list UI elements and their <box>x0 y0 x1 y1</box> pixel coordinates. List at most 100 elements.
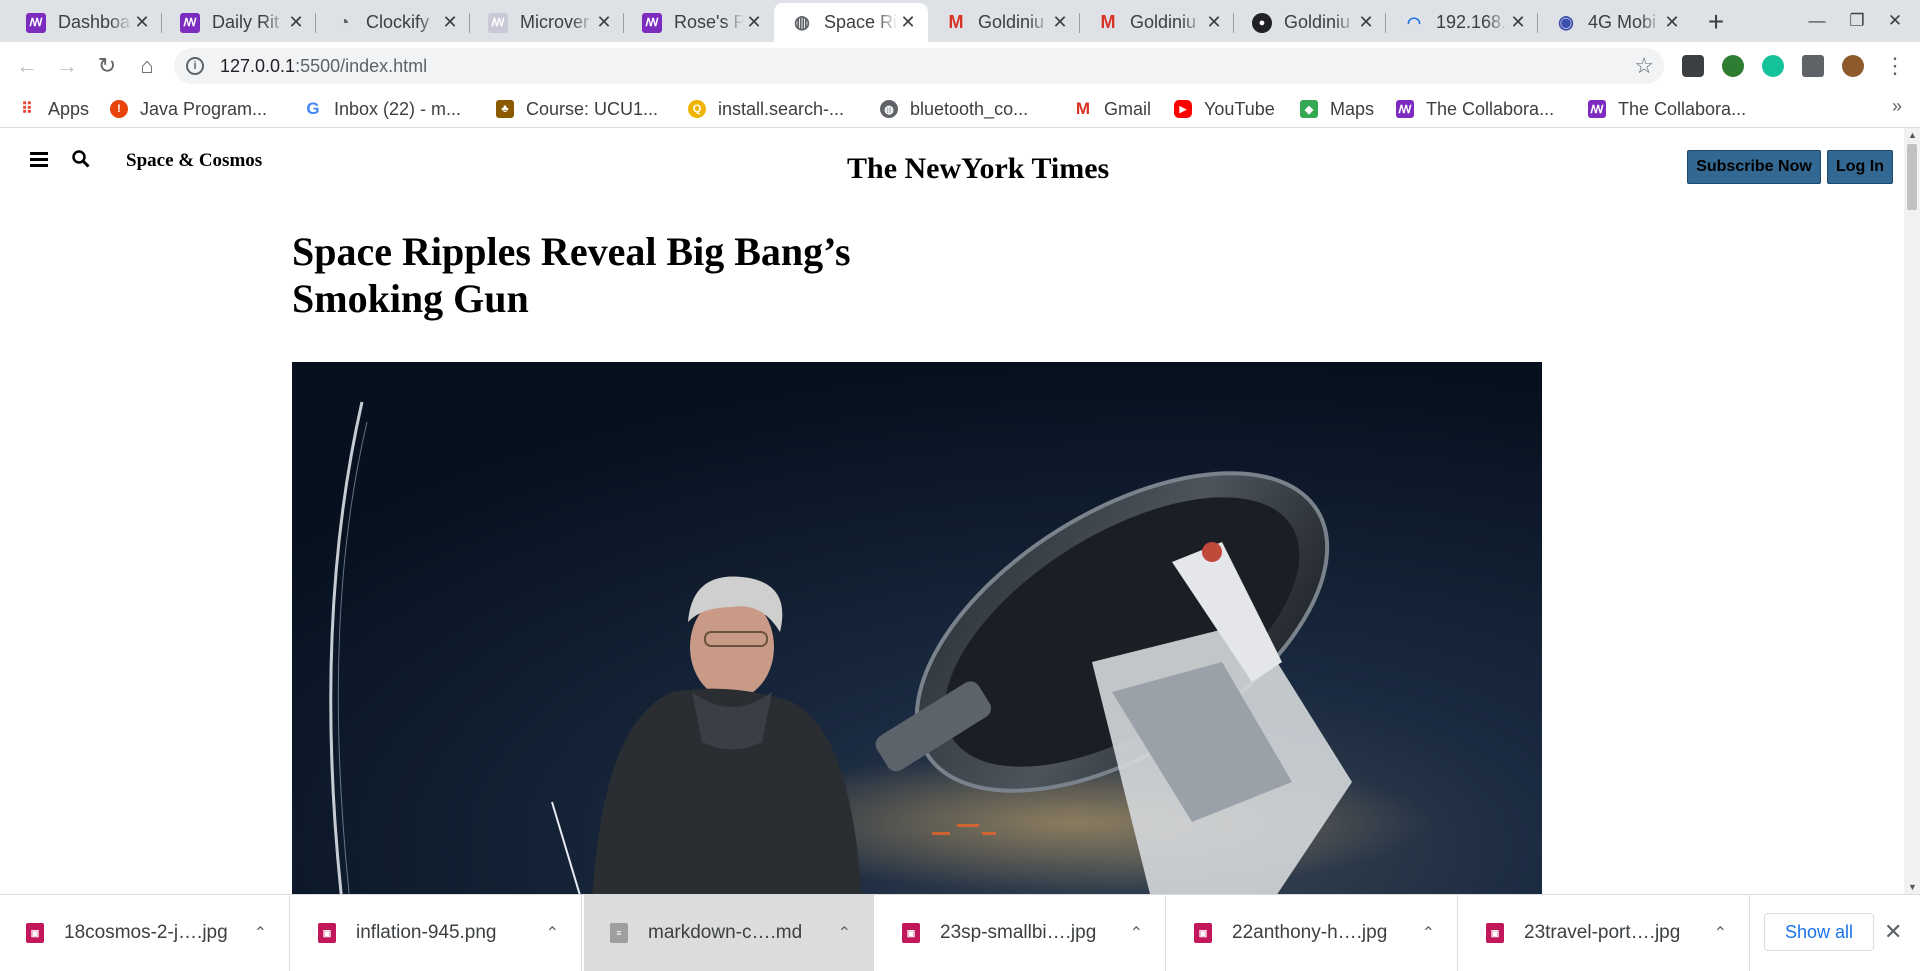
download-item[interactable]: ▣ 23sp-smallbi….jpg ⌃ <box>876 895 1166 971</box>
bookmarks-overflow-icon[interactable]: » <box>1892 96 1902 117</box>
extension-globe-icon[interactable] <box>1722 55 1744 77</box>
headline-line-2: Smoking Gun <box>292 276 529 321</box>
close-icon[interactable]: ✕ <box>286 12 306 33</box>
bookmark-collaborative-1[interactable]: ꟿ The Collabora... <box>1396 96 1554 122</box>
image-file-icon: ▣ <box>318 923 336 943</box>
bookmark-youtube[interactable]: ▶ YouTube <box>1174 96 1275 122</box>
bookmark-label: Maps <box>1330 98 1375 119</box>
minimize-icon[interactable]: — <box>1802 8 1832 34</box>
close-icon[interactable]: ✕ <box>440 12 460 33</box>
collab-icon: ꟿ <box>488 12 508 33</box>
tab-8[interactable]: M Goldiniu ✕ <box>1080 3 1234 42</box>
tab-5[interactable]: ꟿ Rose's P ✕ <box>624 3 774 42</box>
hamburger-menu-icon[interactable] <box>30 152 48 167</box>
globe-icon: ◍ <box>794 12 810 32</box>
tab-title: Daily Rit <box>212 12 280 32</box>
tab-title: Goldiniu <box>1130 12 1197 32</box>
new-tab-button[interactable]: + <box>1700 6 1732 38</box>
show-all-downloads-button[interactable]: Show all <box>1764 913 1874 951</box>
masthead-logo[interactable]: The NewYork Times <box>847 152 1109 186</box>
bookmark-label: Inbox (22) - m... <box>334 98 462 119</box>
article-headline: Space Ripples Reveal Big Bang’s Smoking … <box>292 228 892 322</box>
tab-9[interactable]: ● Goldiniu ✕ <box>1234 3 1386 42</box>
tab-7[interactable]: M Goldiniu ✕ <box>928 3 1080 42</box>
close-icon[interactable]: ✕ <box>1050 12 1070 33</box>
chevron-up-icon[interactable]: ⌃ <box>838 923 851 943</box>
extensions-puzzle-icon[interactable] <box>1802 55 1824 77</box>
tab-4[interactable]: ꟿ Microver ✕ <box>470 3 624 42</box>
close-icon[interactable]: ✕ <box>594 12 614 33</box>
bookmark-java[interactable]: ! Java Program... <box>110 96 267 122</box>
close-icon[interactable]: ✕ <box>1356 12 1376 33</box>
scroll-up-arrow-icon[interactable]: ▲ <box>1908 130 1917 140</box>
bookmark-apps[interactable]: ⠿ Apps <box>18 96 89 122</box>
forward-arrow-icon[interactable]: → <box>52 51 82 81</box>
bookmark-maps[interactable]: ◆ Maps <box>1300 96 1374 122</box>
chevron-up-icon[interactable]: ⌃ <box>546 923 559 943</box>
download-item[interactable]: ≡ markdown-c….md ⌃ <box>584 895 874 971</box>
bookmark-label: Course: UCU1... <box>526 98 659 119</box>
download-item[interactable]: ▣ 23travel-port….jpg ⌃ <box>1460 895 1750 971</box>
chevron-up-icon[interactable]: ⌃ <box>1422 923 1435 943</box>
close-icon[interactable]: ✕ <box>898 12 918 33</box>
google-icon: G <box>306 99 320 118</box>
tab-2[interactable]: ꟿ Daily Rit ✕ <box>162 3 316 42</box>
site-info-icon[interactable]: i <box>186 57 204 75</box>
youtube-icon: ▶ <box>1174 100 1192 118</box>
subscribe-button[interactable]: Subscribe Now <box>1687 150 1821 184</box>
wifi-icon: ◠ <box>1407 14 1421 32</box>
address-bar[interactable]: i 127.0.0.1:5500/index.html ☆ <box>174 48 1664 84</box>
tab-11[interactable]: ◉ 4G Mobi ✕ <box>1538 3 1692 42</box>
tab-6-active[interactable]: ◍ Space Ri ✕ <box>774 3 928 42</box>
section-name[interactable]: Space & Cosmos <box>126 150 262 172</box>
image-file-icon: ▣ <box>26 923 44 943</box>
search-icon[interactable] <box>72 150 90 168</box>
download-filename: 23sp-smallbi….jpg <box>940 922 1097 943</box>
window-close-icon[interactable]: ✕ <box>1880 8 1910 34</box>
reload-icon[interactable]: ↻ <box>92 51 122 81</box>
bookmark-inbox[interactable]: G Inbox (22) - m... <box>304 96 461 122</box>
bookmark-install-search[interactable]: Q install.search-... <box>688 96 844 122</box>
bookmark-gmail[interactable]: M Gmail <box>1074 96 1151 122</box>
tab-title: Microver <box>520 12 590 32</box>
bookmark-collaborative-2[interactable]: ꟿ The Collabora... <box>1588 96 1746 122</box>
bookmark-label: Java Program... <box>140 98 268 119</box>
extension-cube-icon[interactable] <box>1682 55 1704 77</box>
tab-title: Rose's P <box>674 12 744 32</box>
chevron-up-icon[interactable]: ⌃ <box>1714 923 1727 943</box>
gmail-icon: M <box>1075 99 1091 118</box>
back-arrow-icon[interactable]: ← <box>12 51 42 81</box>
close-icon[interactable]: ✕ <box>744 12 764 33</box>
chevron-up-icon[interactable]: ⌃ <box>254 923 267 943</box>
github-icon: ● <box>1252 12 1272 33</box>
scroll-down-arrow-icon[interactable]: ▼ <box>1908 882 1917 892</box>
tab-3[interactable]: ◔ Clockify ✕ <box>316 3 470 42</box>
download-item[interactable]: ▣ inflation-945.png ⌃ <box>292 895 582 971</box>
scrollbar-thumb[interactable] <box>1907 144 1917 210</box>
url-text[interactable]: 127.0.0.1:5500/index.html <box>220 56 427 77</box>
bookmark-label: The Collabora... <box>1618 98 1747 119</box>
profile-avatar[interactable] <box>1842 55 1864 77</box>
login-button[interactable]: Log In <box>1827 150 1893 184</box>
kebab-menu-icon[interactable]: ⋮ <box>1880 51 1910 81</box>
tab-1[interactable]: ꟿ Dashboard ✕ <box>8 3 162 42</box>
download-item[interactable]: ▣ 18cosmos-2-j….jpg ⌃ <box>0 895 290 971</box>
bookmark-label: bluetooth_co... <box>910 98 1029 119</box>
bookmark-course[interactable]: ♣ Course: UCU1... <box>496 96 658 122</box>
close-icon[interactable]: ✕ <box>132 12 152 33</box>
close-icon[interactable]: ✕ <box>1884 919 1902 945</box>
close-icon[interactable]: ✕ <box>1204 12 1224 33</box>
close-icon[interactable]: ✕ <box>1662 12 1682 33</box>
gmail-icon: M <box>1100 12 1116 32</box>
bookmark-star-icon[interactable]: ☆ <box>1634 53 1654 79</box>
tab-strip: ꟿ Dashboard ✕ ꟿ Daily Rit ✕ ◔ Clockify ✕… <box>0 0 1920 42</box>
restore-icon[interactable]: ❐ <box>1842 8 1872 34</box>
bookmark-bluetooth[interactable]: ◍ bluetooth_co... <box>880 96 1028 122</box>
close-icon[interactable]: ✕ <box>1508 12 1528 33</box>
page-scrollbar[interactable]: ▲ ▼ <box>1904 128 1920 894</box>
chevron-up-icon[interactable]: ⌃ <box>1130 923 1143 943</box>
home-icon[interactable]: ⌂ <box>132 51 162 81</box>
grammarly-icon[interactable] <box>1762 55 1784 77</box>
tab-10[interactable]: ◠ 192.168. ✕ <box>1386 3 1538 42</box>
download-item[interactable]: ▣ 22anthony-h….jpg ⌃ <box>1168 895 1458 971</box>
